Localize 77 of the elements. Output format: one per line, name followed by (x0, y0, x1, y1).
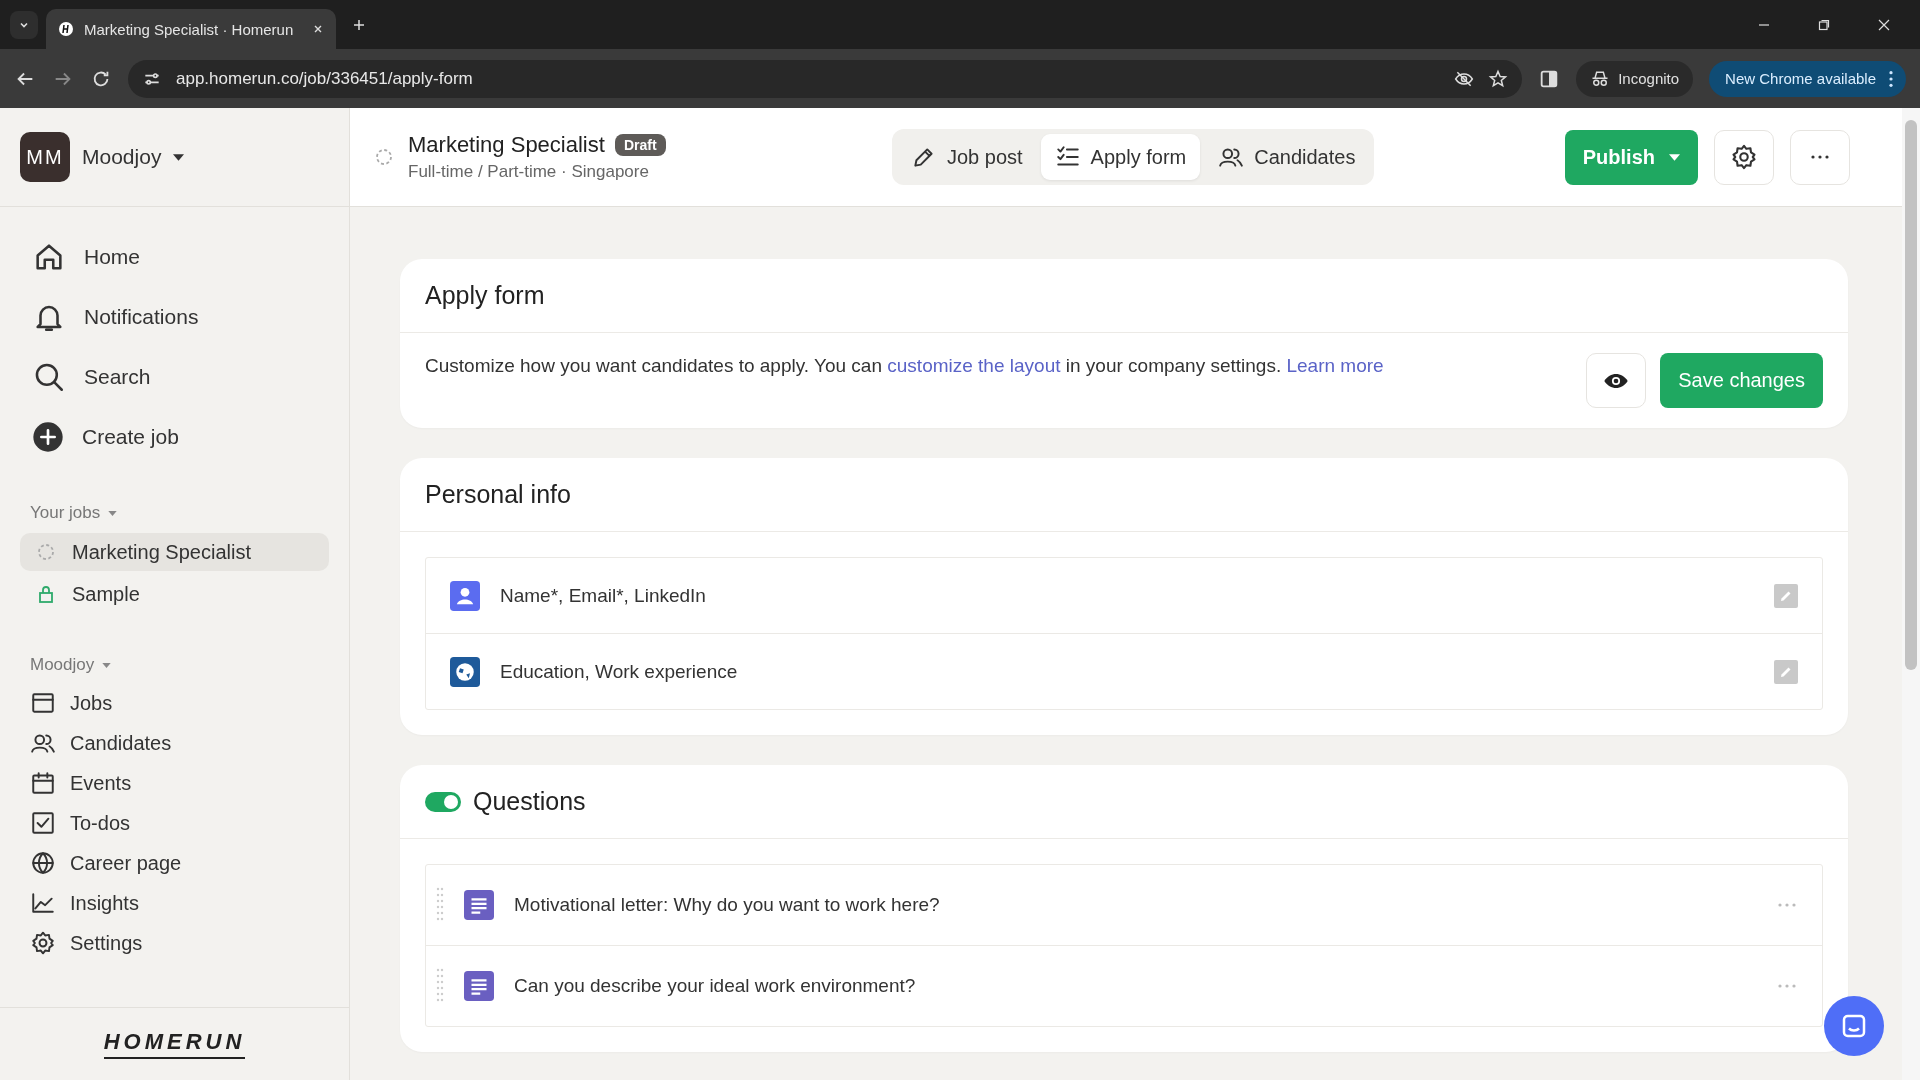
plus-icon (32, 421, 64, 453)
nav-item[interactable]: Candidates (0, 723, 349, 763)
description-text: Customize how you want candidates to apply. You can customize the layout in your company settings. Learn more (425, 355, 1384, 377)
more-icon (1888, 69, 1894, 88)
job-item[interactable]: Marketing Specialist (20, 533, 329, 571)
nav-item[interactable]: Create job (0, 407, 349, 467)
preview-button[interactable] (1586, 353, 1647, 408)
nav-item[interactable]: To-dos (0, 803, 349, 843)
browser-tab[interactable]: Marketing Specialist · Homerun (46, 9, 336, 49)
field-label: Education, Work experience (500, 660, 738, 683)
toggle-switch[interactable] (425, 791, 461, 812)
incognito-indicator[interactable]: Incognito (1576, 60, 1694, 97)
field-label: Name*, Email*, LinkedIn (500, 584, 706, 607)
card-title: Personal info (425, 480, 571, 509)
section-heading[interactable]: Your jobs (0, 495, 349, 531)
text-lines-icon (464, 971, 494, 1001)
dashed-circle-icon (374, 147, 394, 167)
settings-button[interactable] (1714, 129, 1774, 185)
question-text: Can you describe your ideal work environment? (514, 975, 916, 997)
job-subtitle: Full-time / Part-time · Singapore (408, 162, 650, 182)
globe-icon (30, 850, 56, 876)
nav-item[interactable]: Career page (0, 843, 349, 883)
settings-icon (30, 930, 56, 956)
update-button[interactable]: New Chrome available (1709, 60, 1906, 97)
restore-icon (1818, 18, 1830, 31)
close-icon (312, 23, 324, 35)
workspace-switcher[interactable]: Moodjoy (82, 145, 185, 169)
nav-item[interactable]: Search (0, 347, 349, 407)
nav-item[interactable]: Events (0, 763, 349, 803)
plus-icon (352, 17, 366, 32)
tab[interactable]: Candidates (1204, 134, 1370, 180)
tab[interactable]: Apply form (1040, 134, 1201, 180)
edit-button[interactable] (1774, 583, 1798, 608)
status-badge: Draft (614, 134, 666, 156)
link[interactable]: customize the layout (887, 355, 1061, 376)
settings-icon (1730, 143, 1758, 171)
caret-icon (1669, 153, 1680, 161)
edit-button[interactable] (1774, 659, 1798, 684)
nav-item[interactable]: Notifications (0, 287, 349, 347)
line-chart-icon (30, 890, 56, 916)
dashed-circle-icon (36, 542, 56, 562)
tab-search-button[interactable] (10, 10, 38, 39)
person-icon (450, 580, 480, 611)
calendar-icon (30, 770, 56, 796)
address-bar[interactable]: app.homerun.co/job/336451/apply-form (128, 59, 1523, 98)
scrollbar-thumb[interactable] (1905, 120, 1917, 670)
link[interactable]: Learn more (1286, 355, 1384, 376)
homerun-logo[interactable]: HOMERUN (103, 1029, 246, 1059)
checkbox-icon (30, 810, 56, 836)
caret-icon (102, 662, 112, 668)
more-icon (1776, 984, 1798, 988)
job-item[interactable]: Sample (20, 575, 329, 613)
close-icon (1878, 18, 1890, 31)
more-icon (1776, 903, 1798, 907)
chat-button[interactable] (1824, 996, 1884, 1056)
more-button[interactable] (1790, 129, 1850, 185)
tab[interactable]: Job post (897, 134, 1037, 180)
globe-icon (450, 656, 480, 687)
caret-icon (108, 510, 118, 516)
card-title: Questions (473, 787, 586, 816)
question-text: Motivational letter: Why do you want to work here? (514, 894, 940, 916)
nav-item[interactable]: Jobs (0, 683, 349, 723)
section-heading[interactable]: Moodjoy (0, 647, 349, 683)
text-lines-icon (464, 890, 494, 920)
caret-icon (173, 153, 185, 161)
workspace-avatar: MM (20, 132, 70, 182)
card-title: Apply form (425, 281, 545, 310)
tab-title: Marketing Specialist · Homerun (84, 20, 295, 38)
window-icon (30, 690, 56, 716)
lock-icon (36, 584, 56, 604)
nav-item[interactable]: Insights (0, 883, 349, 923)
favicon-icon (58, 21, 74, 37)
more-icon (1810, 155, 1830, 159)
star-icon (1488, 68, 1509, 89)
job-title: Marketing Specialist (408, 132, 605, 158)
nav-item[interactable]: Home (0, 227, 349, 287)
nav-item[interactable]: Settings (0, 923, 349, 963)
